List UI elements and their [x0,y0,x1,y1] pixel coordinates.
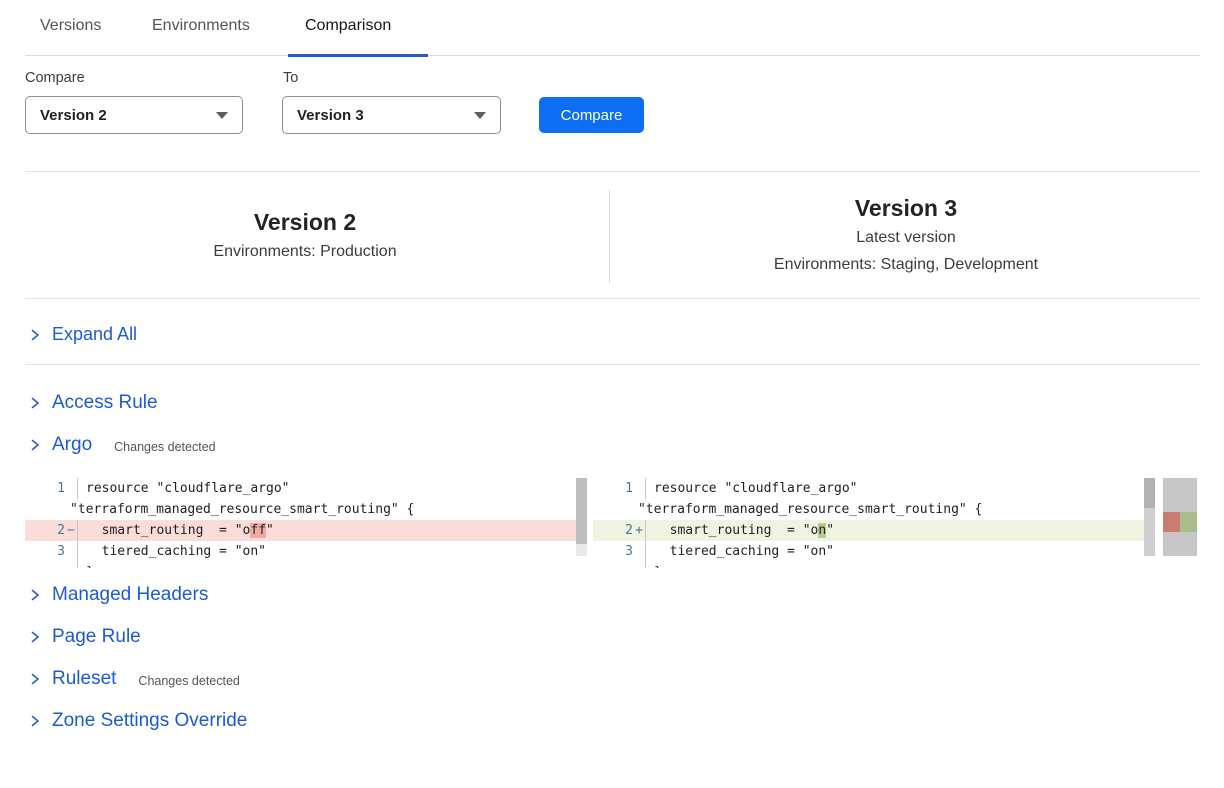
active-tab-underline [288,54,428,57]
section-label: Zone Settings Override [52,710,247,732]
tab-environments[interactable]: Environments [152,17,250,35]
section-managed-headers[interactable]: Managed Headers [28,584,208,606]
tab-bar: Versions Environments Comparison [25,0,1200,56]
compare-button[interactable]: Compare [539,97,644,133]
minimap-removed-marker [1163,512,1180,532]
diff-panel-left[interactable]: 1 resource "cloudflare_argo" "terraform_… [25,478,587,568]
diff-line: 1 resource "cloudflare_argo" [25,478,587,499]
diff-panel-right[interactable]: 1 resource "cloudflare_argo" "terraform_… [593,478,1155,568]
section-label: Access Rule [52,392,158,414]
section-label: Managed Headers [52,584,208,606]
section-ruleset[interactable]: Ruleset Changes detected [28,668,240,690]
chevron-right-icon [28,588,42,602]
section-access-rule[interactable]: Access Rule [28,392,158,414]
version-right-subtitle: Latest version [622,224,1190,251]
divider [25,171,1200,172]
chevron-right-icon [28,396,42,410]
divider [25,298,1200,299]
chevron-right-icon [28,438,42,452]
compare-from-select[interactable]: Version 2 [25,96,243,134]
diff-line: 3 tiered_caching = "on" [593,541,1155,562]
version-left-environments: Environments: Production [25,238,585,265]
diff-line-removed: 2− smart_routing = "off" [25,520,587,541]
section-page-rule[interactable]: Page Rule [28,626,141,648]
chevron-down-icon [216,112,228,119]
vertical-divider [609,190,610,283]
removed-token: ff [250,523,266,538]
tab-versions[interactable]: Versions [40,17,101,35]
version-right-header: Version 3 Latest version Environments: S… [622,193,1190,278]
scrollbar-track[interactable] [576,544,587,556]
chevron-right-icon [28,714,42,728]
expand-all-toggle[interactable]: Expand All [28,324,137,345]
expand-all-label: Expand All [52,324,137,345]
scrollbar-thumb[interactable] [1144,478,1155,508]
version-right-environments: Environments: Staging, Development [622,251,1190,278]
version-right-title: Version 3 [622,193,1190,224]
changes-detected-badge: Changes detected [138,671,239,688]
diff-line-added: 2+ smart_routing = "on" [593,520,1155,541]
minimap-added-marker [1180,512,1197,532]
chevron-right-icon [28,630,42,644]
tab-comparison[interactable]: Comparison [305,17,391,35]
changes-detected-badge: Changes detected [114,437,215,454]
scrollbar-thumb[interactable] [576,478,587,544]
diff-line-wrap: "terraform_managed_resource_smart_routin… [25,499,587,520]
section-argo[interactable]: Argo Changes detected [28,434,216,456]
compare-to-label: To [283,70,298,86]
compare-to-select[interactable]: Version 3 [282,96,501,134]
section-label: Page Rule [52,626,141,648]
diff-line-wrap: "terraform_managed_resource_smart_routin… [593,499,1155,520]
diff-minimap[interactable] [1163,478,1197,556]
compare-to-value: Version 3 [297,107,364,124]
divider [25,364,1200,365]
diff-line: 3 tiered_caching = "on" [25,541,587,562]
diff-line: } [25,562,587,568]
section-label: Argo [52,434,92,456]
chevron-right-icon [28,328,42,342]
chevron-right-icon [28,672,42,686]
section-zone-settings-override[interactable]: Zone Settings Override [28,710,247,732]
section-label: Ruleset [52,668,116,690]
diff-line: } [593,562,1155,568]
version-left-header: Version 2 Environments: Production [25,207,585,265]
comparison-page: Versions Environments Comparison Compare… [0,0,1224,788]
compare-from-label: Compare [25,70,85,86]
diff-line: 1 resource "cloudflare_argo" [593,478,1155,499]
chevron-down-icon [474,112,486,119]
compare-from-value: Version 2 [40,107,107,124]
version-left-title: Version 2 [25,207,585,238]
